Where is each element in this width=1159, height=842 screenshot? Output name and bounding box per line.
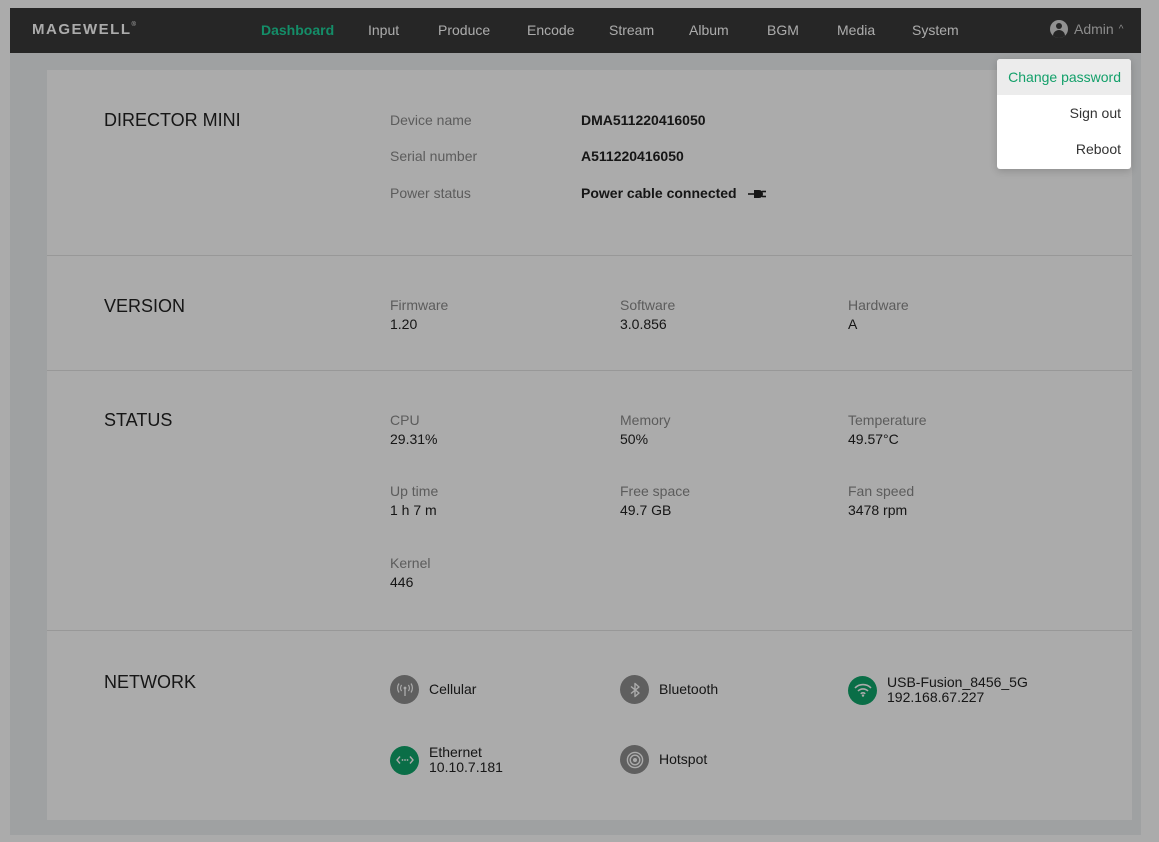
menu-sign-out[interactable]: Sign out: [997, 95, 1131, 131]
menu-reboot[interactable]: Reboot: [997, 131, 1131, 167]
modal-overlay[interactable]: [0, 0, 1159, 842]
menu-change-password[interactable]: Change password: [997, 59, 1131, 95]
user-dropdown-menu: Change password Sign out Reboot: [997, 59, 1131, 169]
